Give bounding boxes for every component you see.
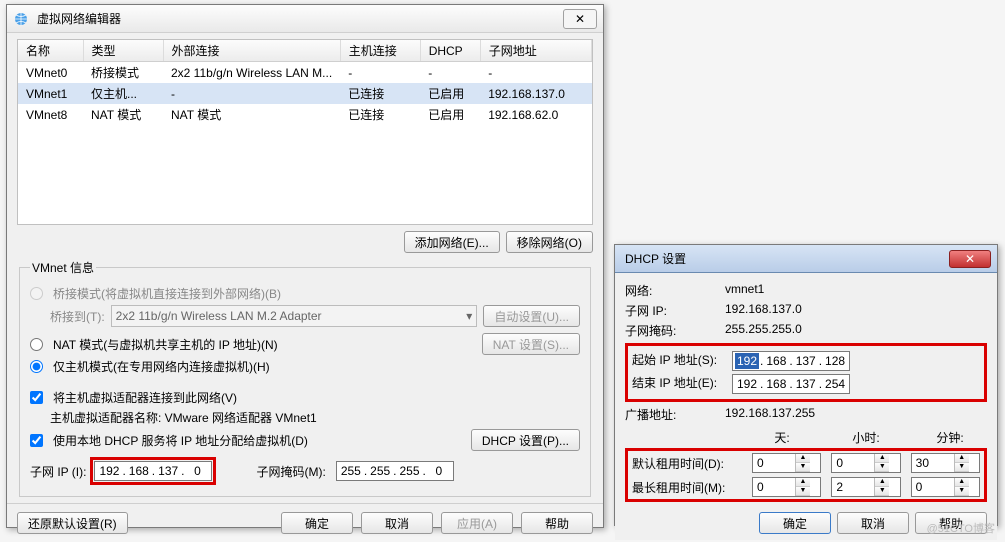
dhcp-title: DHCP 设置 [625, 250, 949, 267]
col-host[interactable]: 主机连接 [340, 40, 420, 62]
subnet-ip-input[interactable]: . . . [94, 461, 212, 481]
subnet-mask-input[interactable]: . . . [336, 461, 454, 481]
host-only-radio[interactable] [30, 360, 43, 373]
spin-up-icon[interactable]: ▲ [796, 478, 810, 487]
col-type[interactable]: 类型 [83, 40, 163, 62]
ok-button[interactable]: 确定 [759, 512, 831, 534]
dhcp-setting-button[interactable]: DHCP 设置(P)... [471, 429, 580, 451]
dhcp-titlebar[interactable]: DHCP 设置 ✕ [615, 245, 997, 273]
max-lease-hours[interactable]: ▲▼ [831, 477, 900, 497]
start-ip-input[interactable]: . . . [732, 351, 850, 371]
subnet-mask-value: 255.255.255.0 [725, 322, 802, 339]
virtual-network-editor-window: 虚拟网络编辑器 ✕ 名称 类型 外部连接 主机连接 DHCP 子网地址 [6, 4, 604, 528]
dhcp-body: 网络:vmnet1 子网 IP:192.168.137.0 子网掩码:255.2… [615, 273, 997, 540]
spin-down-icon[interactable]: ▼ [796, 487, 810, 496]
nat-mode-label: NAT 模式(与虚拟机共享主机的 IP 地址)(N) [53, 336, 278, 353]
close-button[interactable]: ✕ [949, 250, 991, 268]
max-lease-minutes[interactable]: ▲▼ [911, 477, 980, 497]
close-button[interactable]: ✕ [563, 9, 597, 29]
use-dhcp-label: 使用本地 DHCP 服务将 IP 地址分配给虚拟机(D) [53, 432, 308, 449]
vmnet-info-fieldset: VMnet 信息 桥接模式(将虚拟机直接连接到外部网络)(B) 桥接到(T): … [19, 259, 591, 497]
network-label: 网络: [625, 282, 725, 299]
col-subnet[interactable]: 子网地址 [480, 40, 591, 62]
apply-button[interactable]: 应用(A) [441, 512, 513, 534]
dhcp-settings-window: DHCP 设置 ✕ 网络:vmnet1 子网 IP:192.168.137.0 … [614, 244, 998, 526]
broadcast-value: 192.168.137.255 [725, 406, 815, 423]
remove-network-button[interactable]: 移除网络(O) [506, 231, 593, 253]
spin-down-icon[interactable]: ▼ [955, 487, 969, 496]
days-header: 天: [745, 429, 819, 446]
subnet-ip-label: 子网 IP: [625, 302, 725, 319]
end-ip-input[interactable]: . . . [732, 374, 850, 394]
broadcast-label: 广播地址: [625, 406, 725, 423]
spin-up-icon[interactable]: ▲ [796, 454, 810, 463]
spin-down-icon[interactable]: ▼ [875, 463, 889, 472]
subnet-mask-label: 子网掩码: [625, 322, 725, 339]
nat-mode-radio[interactable] [30, 338, 43, 351]
bridge-to-label: 桥接到(T): [50, 308, 105, 325]
main-footer: 还原默认设置(R) 确定 取消 应用(A) 帮助 [7, 503, 603, 542]
network-table[interactable]: 名称 类型 外部连接 主机连接 DHCP 子网地址 VMnet0 桥接模式 2x… [17, 39, 593, 225]
spin-up-icon[interactable]: ▲ [955, 478, 969, 487]
start-ip-label: 起始 IP 地址(S): [632, 351, 732, 371]
max-lease-label: 最长租用时间(M): [632, 479, 742, 496]
minutes-header: 分钟: [913, 429, 987, 446]
bridge-to-combo[interactable]: 2x2 11b/g/n Wireless LAN M.2 Adapter ▾ [111, 305, 478, 327]
table-row[interactable]: VMnet1 仅主机... - 已连接 已启用 192.168.137.0 [18, 83, 592, 104]
main-title: 虚拟网络编辑器 [37, 10, 563, 27]
close-icon: ✕ [575, 12, 585, 26]
col-name[interactable]: 名称 [18, 40, 83, 62]
subnet-mask-label: 子网掩码(M): [256, 463, 325, 480]
col-ext[interactable]: 外部连接 [163, 40, 340, 62]
connect-host-adapter-checkbox[interactable] [30, 391, 43, 404]
cancel-button[interactable]: 取消 [361, 512, 433, 534]
connect-host-adapter-label: 将主机虚拟适配器连接到此网络(V) [53, 389, 237, 406]
host-only-label: 仅主机模式(在专用网络内连接虚拟机)(H) [53, 358, 270, 375]
default-lease-minutes[interactable]: ▲▼ [911, 453, 980, 473]
default-lease-days[interactable]: ▲▼ [752, 453, 821, 473]
app-icon [13, 11, 29, 27]
spin-down-icon[interactable]: ▼ [875, 487, 889, 496]
subnet-ip-value: 192.168.137.0 [725, 302, 802, 319]
default-lease-hours[interactable]: ▲▼ [831, 453, 900, 473]
table-row[interactable]: VMnet8 NAT 模式 NAT 模式 已连接 已启用 192.168.62.… [18, 104, 592, 125]
restore-defaults-button[interactable]: 还原默认设置(R) [17, 512, 128, 534]
use-dhcp-checkbox[interactable] [30, 434, 43, 447]
hours-header: 小时: [829, 429, 903, 446]
auto-setting-button[interactable]: 自动设置(U)... [483, 305, 580, 327]
table-header-row: 名称 类型 外部连接 主机连接 DHCP 子网地址 [18, 40, 592, 62]
main-titlebar[interactable]: 虚拟网络编辑器 ✕ [7, 5, 603, 33]
bridge-mode-radio[interactable] [30, 287, 43, 300]
network-value: vmnet1 [725, 282, 764, 299]
spin-down-icon[interactable]: ▼ [796, 463, 810, 472]
default-lease-label: 默认租用时间(D): [632, 455, 742, 472]
add-network-button[interactable]: 添加网络(E)... [404, 231, 500, 253]
spin-down-icon[interactable]: ▼ [955, 463, 969, 472]
cancel-button[interactable]: 取消 [837, 512, 909, 534]
end-ip-label: 结束 IP 地址(E): [632, 374, 732, 394]
chevron-down-icon: ▾ [466, 309, 472, 323]
fieldset-legend: VMnet 信息 [30, 259, 96, 276]
max-lease-days[interactable]: ▲▼ [752, 477, 821, 497]
adapter-name-label: 主机虚拟适配器名称: VMware 网络适配器 VMnet1 [50, 409, 317, 426]
spin-up-icon[interactable]: ▲ [875, 454, 889, 463]
col-dhcp[interactable]: DHCP [420, 40, 480, 62]
help-button[interactable]: 帮助 [521, 512, 593, 534]
subnet-ip-label: 子网 IP (I): [30, 463, 86, 480]
bridge-mode-label: 桥接模式(将虚拟机直接连接到外部网络)(B) [53, 285, 281, 302]
ok-button[interactable]: 确定 [281, 512, 353, 534]
spin-up-icon[interactable]: ▲ [875, 478, 889, 487]
nat-setting-button[interactable]: NAT 设置(S)... [482, 333, 580, 355]
spin-up-icon[interactable]: ▲ [955, 454, 969, 463]
main-body: 名称 类型 外部连接 主机连接 DHCP 子网地址 VMnet0 桥接模式 2x… [7, 33, 603, 503]
table-row[interactable]: VMnet0 桥接模式 2x2 11b/g/n Wireless LAN M..… [18, 62, 592, 84]
close-icon: ✕ [965, 252, 975, 266]
